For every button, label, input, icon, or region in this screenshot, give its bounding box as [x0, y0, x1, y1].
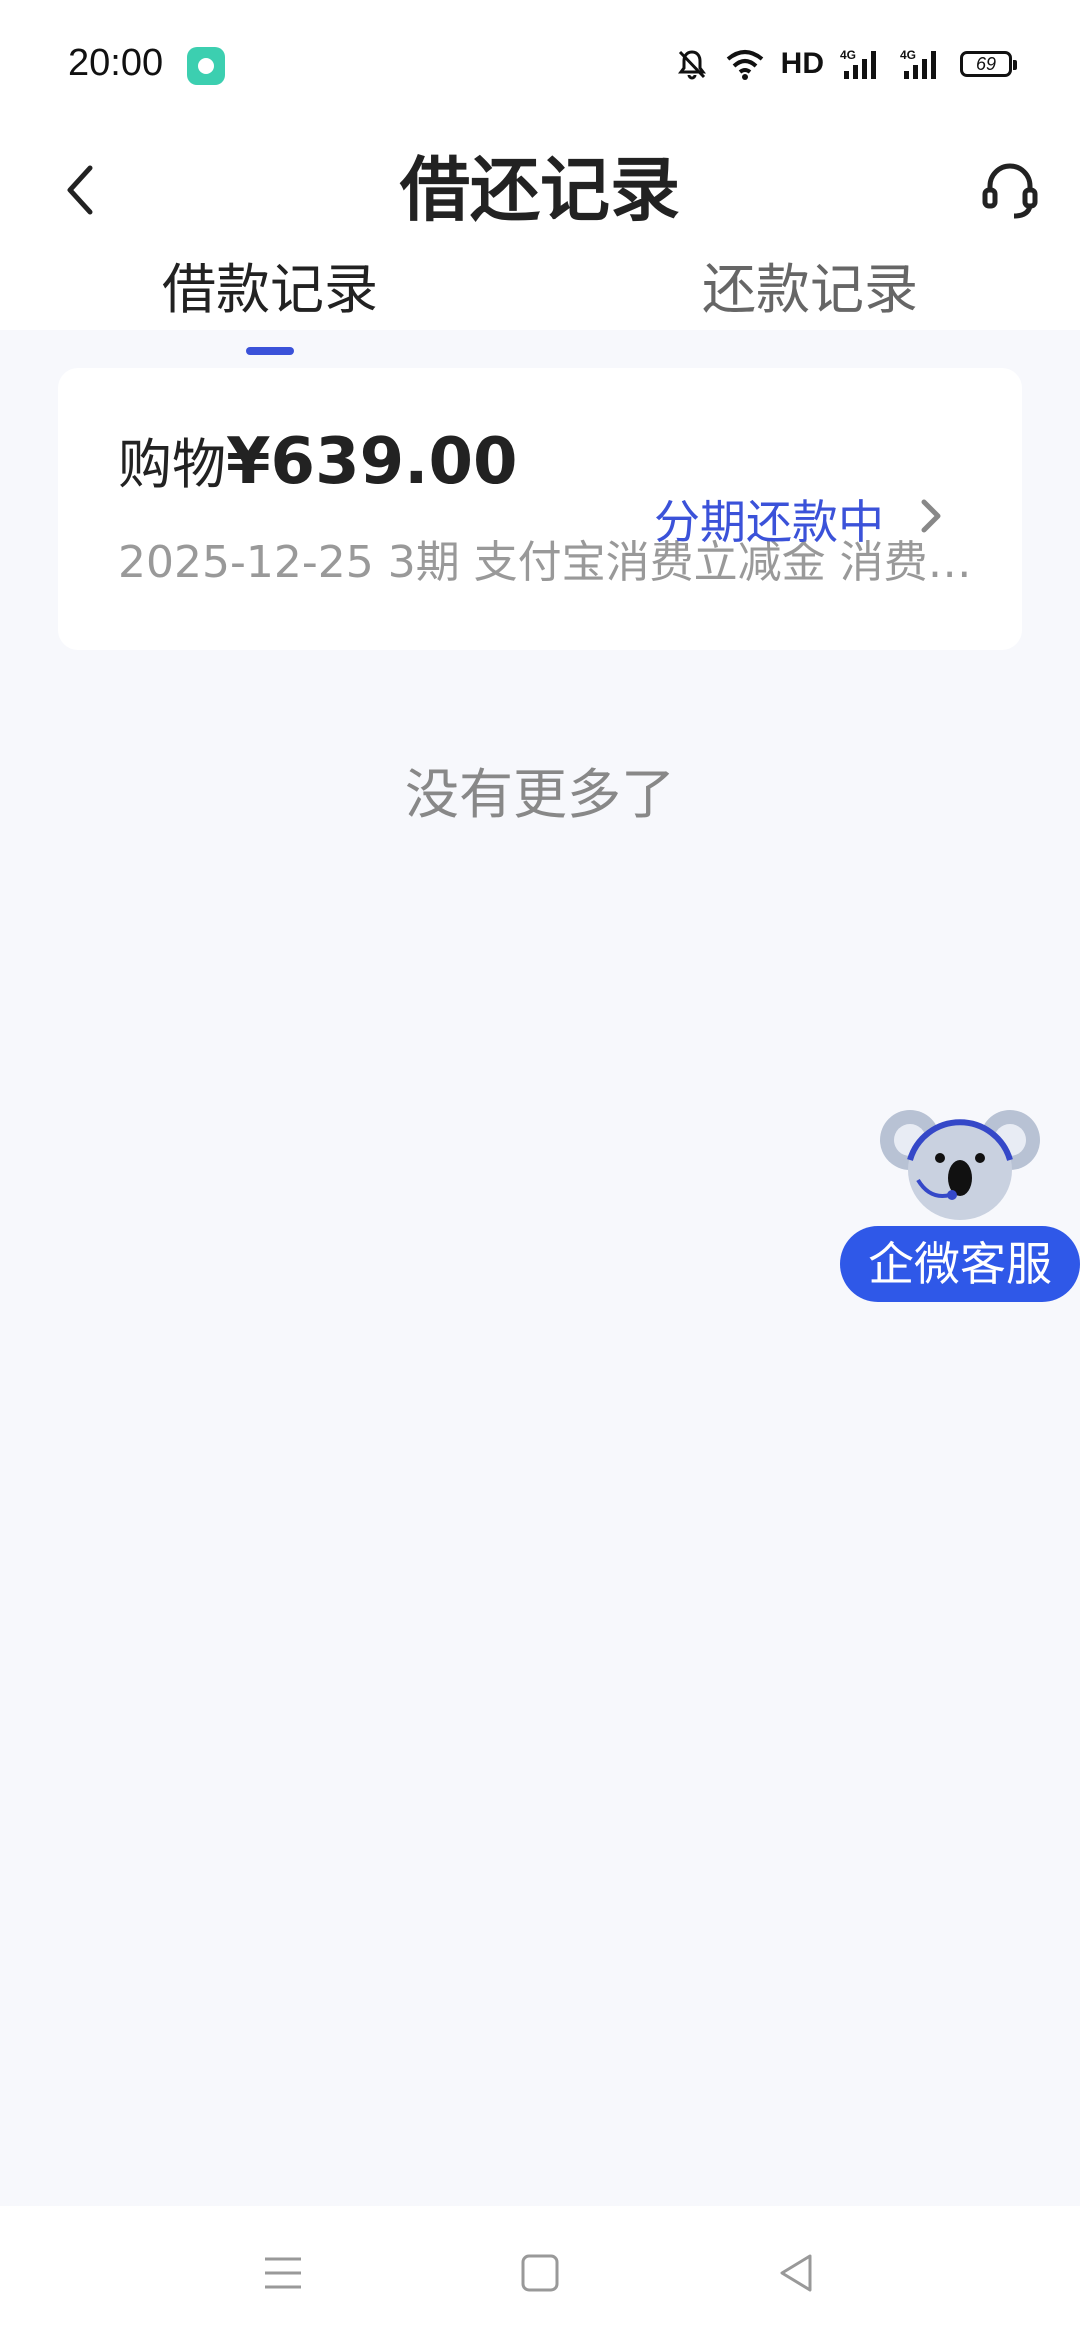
- back-triangle-icon: [780, 2254, 812, 2292]
- wifi-icon: [725, 48, 765, 80]
- mute-bell-icon: [675, 47, 709, 81]
- koala-mascot-icon: [880, 1110, 1040, 1220]
- header: 借还记录 借款记录 还款记录: [0, 130, 1080, 355]
- tab-repay-records[interactable]: 还款记录: [650, 240, 970, 330]
- status-icons: HD 4G 4G 69: [675, 44, 1017, 84]
- floating-wecom-support-button[interactable]: 企微客服: [840, 1100, 1080, 1310]
- record-amount: ¥639.00: [226, 425, 518, 499]
- battery-icon: 69: [960, 51, 1017, 77]
- list-end-text: 没有更多了: [405, 763, 675, 826]
- svg-text:4G: 4G: [900, 48, 916, 62]
- record-title: 购物 ¥639.00: [118, 420, 518, 499]
- signal-icon-2: 4G: [900, 47, 944, 81]
- app-notification-icon: [187, 47, 225, 85]
- nav-home-button[interactable]: [495, 2228, 585, 2318]
- active-tab-indicator: [246, 347, 294, 355]
- network-hd-label: HD: [780, 47, 824, 80]
- record-tabs: 借款记录 还款记录: [0, 240, 1080, 330]
- floating-support-label: 企微客服: [840, 1226, 1080, 1302]
- record-status: 分期还款中: [654, 495, 884, 549]
- nav-back-button[interactable]: [751, 2228, 841, 2318]
- signal-icon-1: 4G: [840, 47, 884, 81]
- svg-text:4G: 4G: [840, 48, 856, 62]
- system-navigation-bar: [0, 2206, 1080, 2340]
- chevron-right-icon: [916, 486, 946, 550]
- menu-icon: [265, 2257, 301, 2289]
- record-category: 购物: [118, 433, 226, 496]
- headset-icon: [982, 163, 1038, 219]
- status-bar: 20:00 HD 4G 4G 69: [0, 0, 1080, 130]
- tab-borrow-records[interactable]: 借款记录: [110, 240, 430, 330]
- status-time: 20:00: [68, 42, 164, 84]
- home-square-icon: [521, 2254, 559, 2292]
- customer-service-button[interactable]: [970, 140, 1050, 240]
- page-title: 借还记录: [400, 149, 680, 231]
- loan-record-card[interactable]: 购物 ¥639.00 2025-12-25 3期 支付宝消费立减金 消费立减金 …: [58, 368, 1022, 650]
- nav-recent-apps-button[interactable]: [238, 2228, 328, 2318]
